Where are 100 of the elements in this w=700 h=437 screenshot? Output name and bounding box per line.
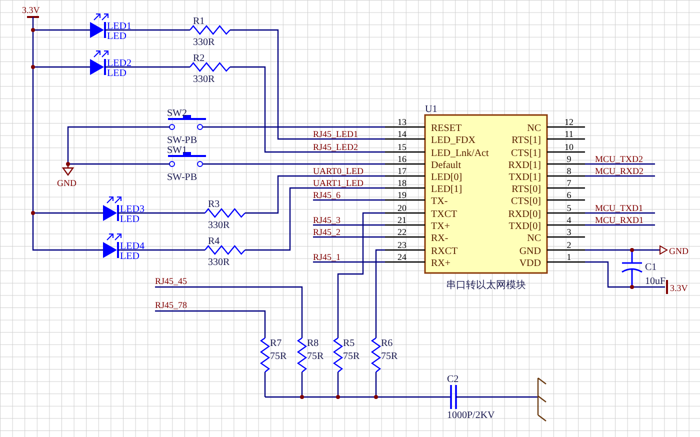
pin-name: NC xyxy=(527,123,541,134)
pin-line xyxy=(385,187,425,189)
pin-number: 8 xyxy=(566,166,572,176)
resistor-ref: R3 xyxy=(208,199,220,210)
pin-name: TXD[1] xyxy=(508,172,541,183)
net-label: RJ45_LED1 xyxy=(313,129,358,139)
resistor-value: 330R xyxy=(208,220,230,231)
ground-label: GND xyxy=(57,178,76,188)
resistor-symbol xyxy=(190,62,230,72)
pin-name: Default xyxy=(431,160,461,171)
pin-name: TX- xyxy=(431,196,448,207)
resistor-symbol xyxy=(296,338,308,372)
resistor-symbol xyxy=(260,338,270,372)
resistor-value: 330R xyxy=(208,257,230,268)
pin-number: 21 xyxy=(398,215,406,225)
led-value: LED xyxy=(120,214,140,225)
led-value: LED xyxy=(107,31,126,42)
pin-number: 7 xyxy=(566,178,572,188)
pin-line xyxy=(547,175,585,177)
pin-line xyxy=(385,138,425,140)
pin-number: 19 xyxy=(398,190,406,200)
junction-dot xyxy=(374,395,378,399)
led-symbol xyxy=(103,234,122,258)
pin-line xyxy=(385,212,425,214)
pin-line xyxy=(547,126,585,128)
pin-name: LED[0] xyxy=(431,172,462,183)
junction-dot xyxy=(336,395,340,399)
pin-name: TX+ xyxy=(431,221,450,232)
net-label: RJ45_LED2 xyxy=(313,142,358,152)
switch-ref: SW2 xyxy=(167,108,187,119)
pin-name: LED_Lnk/Act xyxy=(431,148,489,159)
resistor-value: 75R xyxy=(343,351,360,362)
pin-name: RTS[0] xyxy=(512,184,541,195)
capacitor-symbol xyxy=(621,249,643,288)
pin-line xyxy=(385,199,425,201)
resistor-symbol xyxy=(332,338,344,372)
pin-name: GND xyxy=(519,246,541,257)
resistor-value: 75R xyxy=(270,351,287,362)
pin-line xyxy=(547,212,585,214)
led-symbol xyxy=(103,196,122,221)
net-label: RJ45_3 xyxy=(313,215,341,225)
wire xyxy=(585,224,655,226)
pin-number: 10 xyxy=(564,142,574,152)
pin-line xyxy=(385,151,425,153)
chip-ref: U1 xyxy=(425,104,438,115)
pin-line xyxy=(385,175,425,177)
net-label: UART0_LED xyxy=(313,166,364,176)
led-ref: LED3 xyxy=(120,204,144,215)
resistor-value: 75R xyxy=(307,351,324,362)
junction-dot xyxy=(630,248,634,252)
pin-name: LED[1] xyxy=(431,184,462,195)
switch-ref: SW1 xyxy=(167,145,187,156)
resistor-ref: R4 xyxy=(208,236,220,247)
resistor-ref: R5 xyxy=(343,338,355,349)
pin-number: 5 xyxy=(566,203,572,213)
pin-number: 11 xyxy=(564,129,574,139)
pin-number: 22 xyxy=(398,227,406,237)
led-ref: LED1 xyxy=(107,21,132,32)
power-label: 3.3V xyxy=(670,283,688,293)
pin-name: CTS[0] xyxy=(511,196,541,207)
capacitor-value: 1000P/2KV xyxy=(447,410,495,421)
resistor-value: 330R xyxy=(193,74,215,85)
junction-dot xyxy=(31,65,35,69)
resistor-ref: R7 xyxy=(270,338,282,349)
net-label: UART1_LED xyxy=(313,178,364,188)
led-symbol xyxy=(90,14,108,38)
pin-number: 20 xyxy=(398,203,406,213)
pin-line xyxy=(547,199,585,201)
pin-line xyxy=(385,126,425,128)
junction-dot xyxy=(300,395,304,399)
wire xyxy=(585,163,655,165)
pin-name: TXD[0] xyxy=(508,221,541,232)
resistor-symbol xyxy=(204,245,246,255)
pin-number: 6 xyxy=(566,190,572,200)
net-label: RJ45_2 xyxy=(313,227,341,237)
net-label: MCU_TXD1 xyxy=(595,203,644,213)
chip-caption: 串口转以太网模块 xyxy=(446,280,526,291)
push-switch-symbol xyxy=(168,152,206,167)
pin-number: 16 xyxy=(398,154,406,164)
pin-line xyxy=(385,163,425,165)
pin-name: RXD[0] xyxy=(508,209,541,220)
resistor-ref: R2 xyxy=(193,53,205,64)
capacitor-ref: C2 xyxy=(447,374,459,385)
net-label: RJ45_6 xyxy=(313,190,341,200)
led-ref: LED4 xyxy=(120,241,144,252)
pin-number: 18 xyxy=(398,178,406,188)
net-label: RJ45_78 xyxy=(155,300,188,310)
pin-line xyxy=(385,236,425,238)
resistor-value: 75R xyxy=(381,351,398,362)
pin-name: NC xyxy=(527,233,541,244)
pin-line xyxy=(385,249,425,251)
pin-name: RX+ xyxy=(431,258,451,269)
pin-line xyxy=(547,249,585,251)
pin-number: 23 xyxy=(398,240,406,250)
switch-value: SW-PB xyxy=(167,135,198,146)
net-label: MCU_TXD2 xyxy=(595,154,644,164)
pin-number: 14 xyxy=(398,129,406,139)
port-label: GND xyxy=(669,246,688,256)
led-ref: LED2 xyxy=(107,58,132,69)
resistor-value: 330R xyxy=(193,37,215,48)
